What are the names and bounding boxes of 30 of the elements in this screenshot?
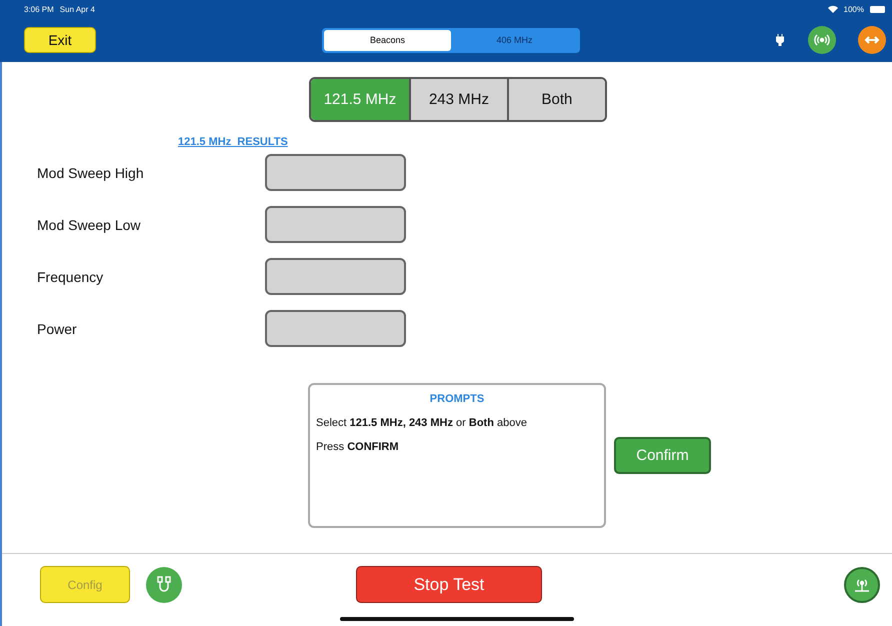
value-field[interactable] [265, 310, 406, 347]
field-label: Mod Sweep Low [36, 216, 142, 232]
status-time: 3:06 PM [24, 4, 54, 14]
band-option[interactable]: Both [506, 79, 605, 120]
tab[interactable]: Beacons [324, 30, 451, 50]
prompts-title: PROMPTS [428, 393, 486, 405]
value-field[interactable] [265, 206, 406, 243]
battery-level: 100% [844, 4, 864, 14]
stop-test-button[interactable]: Stop Test [356, 566, 542, 603]
tab[interactable]: 406 MHz [451, 30, 578, 50]
status-date: Sun Apr 4 [60, 4, 95, 14]
results-link[interactable]: 121.5 MHz RESULTS [178, 136, 288, 148]
field-label: Mod Sweep High [36, 164, 145, 180]
plug-icon[interactable] [776, 34, 784, 46]
value-field[interactable] [265, 154, 406, 191]
antenna-icon[interactable] [808, 26, 836, 54]
antenna-icon[interactable] [844, 566, 880, 602]
battery-icon [870, 6, 886, 12]
confirm-button[interactable]: Confirm [614, 437, 711, 474]
band-option[interactable]: 121.5 MHz [311, 79, 409, 120]
arrows-icon[interactable] [858, 26, 886, 54]
prompt-text: Select 121.5 MHz, 243 MHz or Both above [316, 417, 528, 429]
field-label: Power [36, 320, 78, 336]
prompt-text: Press CONFIRM [316, 441, 400, 453]
exit-button[interactable]: Exit [24, 27, 96, 53]
value-field[interactable] [265, 258, 406, 295]
cable-icon[interactable] [146, 566, 182, 602]
field-label: Frequency [36, 268, 104, 284]
band-option[interactable]: 243 MHz [408, 79, 507, 120]
wifi-icon [828, 5, 838, 13]
